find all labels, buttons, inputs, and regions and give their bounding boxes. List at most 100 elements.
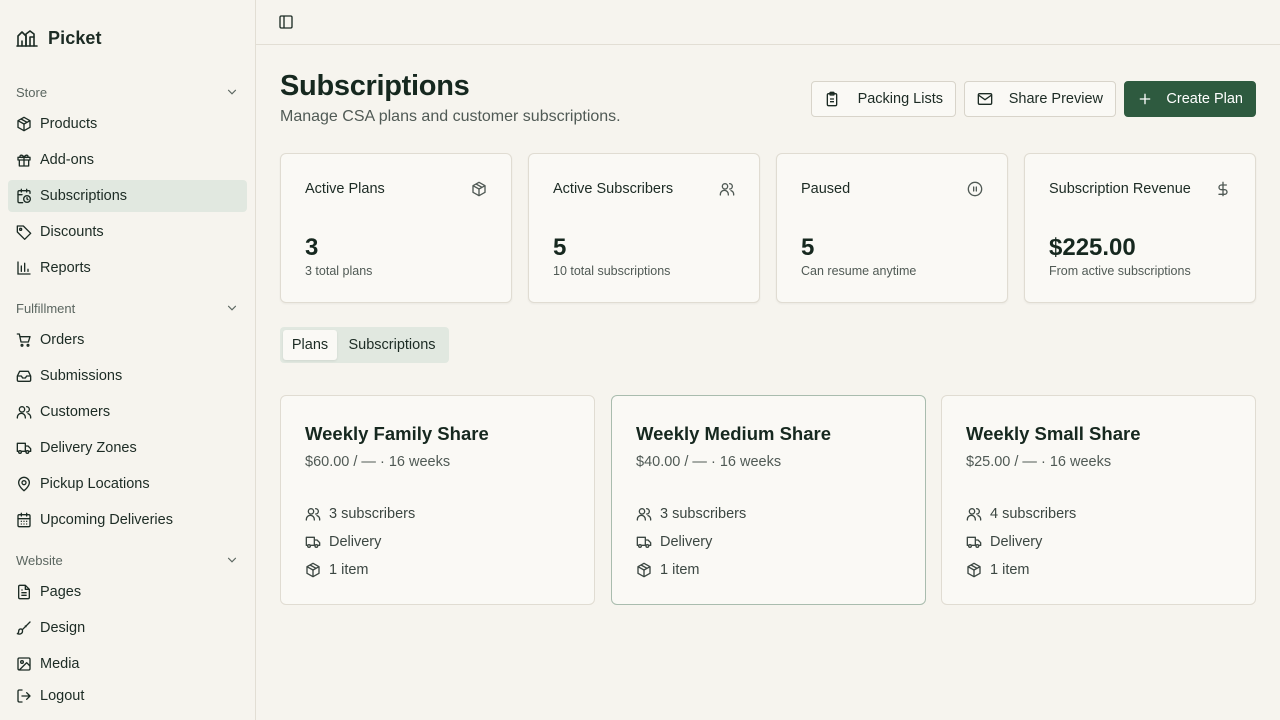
truck-icon [305, 534, 321, 550]
plan-card-weekly-small-share[interactable]: Weekly Small Share $25.00 / — · 16 weeks… [941, 395, 1256, 605]
nav-section-label: Store [16, 84, 48, 100]
nav-section-store[interactable]: Store [8, 80, 247, 104]
clipboard-icon [824, 91, 840, 107]
sidebar-item-label: Reports [40, 260, 91, 276]
sidebar-item-submissions[interactable]: Submissions [8, 360, 247, 392]
sidebar: Picket Store Products Add-ons Subscripti… [0, 0, 256, 720]
plan-items: 1 item [966, 561, 1030, 579]
sidebar-item-orders[interactable]: Orders [8, 324, 247, 356]
sidebar-item-products[interactable]: Products [8, 108, 247, 140]
plan-items-text: 1 item [990, 562, 1030, 578]
sidebar-item-upcoming-deliveries[interactable]: Upcoming Deliveries [8, 504, 247, 536]
sidebar-item-label: Design [40, 620, 86, 636]
sidebar-item-subscriptions[interactable]: Subscriptions [8, 180, 247, 212]
sidebar-item-logout[interactable]: Logout [8, 680, 247, 712]
stat-value: 3 [305, 234, 319, 261]
users-icon [966, 506, 982, 522]
tab-list: Plans Subscriptions [280, 327, 449, 363]
chevron-down-icon [225, 85, 239, 99]
map-pin-icon [16, 476, 32, 492]
sidebar-item-label: Submissions [40, 368, 123, 384]
top-bar [256, 0, 1280, 45]
sidebar-item-label: Customers [40, 404, 111, 420]
sidebar-toggle-icon[interactable] [278, 14, 294, 30]
sidebar-item-label: Subscriptions [40, 188, 128, 204]
plan-items: 1 item [636, 561, 700, 579]
plan-price: $40.00 / — · 16 weeks [636, 454, 782, 470]
plan-method: Delivery [636, 533, 712, 551]
plan-card-weekly-medium-share[interactable]: Weekly Medium Share $40.00 / — · 16 week… [611, 395, 926, 605]
sidebar-item-customers[interactable]: Customers [8, 396, 247, 428]
sidebar-item-add-ons[interactable]: Add-ons [8, 144, 247, 176]
sidebar-item-discounts[interactable]: Discounts [8, 216, 247, 248]
share-preview-button[interactable]: Share Preview [964, 81, 1116, 117]
plan-method-text: Delivery [660, 534, 713, 550]
plan-name: Weekly Medium Share [636, 423, 832, 444]
stat-note: 10 total subscriptions [553, 264, 671, 278]
packing-lists-label: Packing Lists [857, 91, 943, 107]
brand[interactable]: Picket [16, 26, 102, 50]
plan-name: Weekly Small Share [966, 423, 1141, 444]
brand-name: Picket [48, 27, 102, 48]
users-icon [636, 506, 652, 522]
nav-section-fulfillment[interactable]: Fulfillment [8, 296, 247, 320]
plan-price: $25.00 / — · 16 weeks [966, 454, 1112, 470]
sidebar-item-delivery-zones[interactable]: Delivery Zones [8, 432, 247, 464]
sidebar-item-label: Media [40, 656, 80, 672]
nav-section-label: Fulfillment [16, 300, 76, 316]
plan-items-text: 1 item [329, 562, 369, 578]
stat-card-subscription-revenue: Subscription Revenue $225.00 From active… [1024, 153, 1256, 303]
truck-icon [16, 440, 32, 456]
sidebar-item-label: Pickup Locations [40, 476, 150, 492]
tag-icon [16, 224, 32, 240]
sidebar-item-label: Upcoming Deliveries [40, 512, 173, 528]
stat-value: 5 [801, 234, 815, 261]
nav-section-label: Website [16, 552, 63, 568]
inbox-icon [16, 368, 32, 384]
nav-section-website[interactable]: Website [8, 548, 247, 572]
truck-icon [636, 534, 652, 550]
plan-method: Delivery [305, 533, 381, 551]
sidebar-item-label: Discounts [40, 224, 104, 240]
users-icon [16, 404, 32, 420]
page-title: Subscriptions [280, 70, 470, 102]
stat-value: $225.00 [1049, 234, 1136, 261]
stat-label: Subscription Revenue [1049, 181, 1191, 197]
plan-subscribers-text: 3 subscribers [660, 506, 747, 522]
tab-plans[interactable]: Plans [283, 330, 337, 360]
plan-price: $60.00 / — · 16 weeks [305, 454, 451, 470]
tab-subscriptions[interactable]: Subscriptions [338, 330, 446, 360]
sidebar-item-design[interactable]: Design [8, 612, 247, 644]
sidebar-item-pages[interactable]: Pages [8, 576, 247, 608]
page-subtitle: Manage CSA plans and customer subscripti… [280, 108, 621, 125]
plan-subscribers-text: 3 subscribers [329, 506, 416, 522]
cart-icon [16, 332, 32, 348]
plan-method: Delivery [966, 533, 1042, 551]
sidebar-item-label: Products [40, 116, 98, 132]
sidebar-item-label: Add-ons [40, 152, 95, 168]
plan-subscribers-text: 4 subscribers [990, 506, 1077, 522]
barn-logo-icon [16, 28, 38, 48]
sidebar-item-label: Orders [40, 332, 85, 348]
stat-label: Active Plans [305, 181, 385, 197]
stat-card-active-subscribers: Active Subscribers 5 10 total subscripti… [528, 153, 760, 303]
users-icon [305, 506, 321, 522]
plus-icon [1137, 91, 1153, 107]
plan-card-weekly-family-share[interactable]: Weekly Family Share $60.00 / — · 16 week… [280, 395, 595, 605]
sidebar-item-reports[interactable]: Reports [8, 252, 247, 284]
package-icon [636, 562, 652, 578]
stat-note: 3 total plans [305, 264, 373, 278]
packing-lists-button[interactable]: Packing Lists [811, 81, 956, 117]
stat-label: Active Subscribers [553, 181, 674, 197]
chevron-down-icon [225, 301, 239, 315]
share-preview-label: Share Preview [1008, 91, 1103, 107]
pause-circle-icon [967, 181, 983, 197]
stat-card-active-plans: Active Plans 3 3 total plans [280, 153, 512, 303]
gift-icon [16, 152, 32, 168]
logout-icon [16, 688, 32, 704]
bar-chart-icon [16, 260, 32, 276]
plan-items-text: 1 item [660, 562, 700, 578]
create-plan-button[interactable]: Create Plan [1124, 81, 1256, 117]
sidebar-item-pickup-locations[interactable]: Pickup Locations [8, 468, 247, 500]
sidebar-item-media[interactable]: Media [8, 648, 247, 680]
